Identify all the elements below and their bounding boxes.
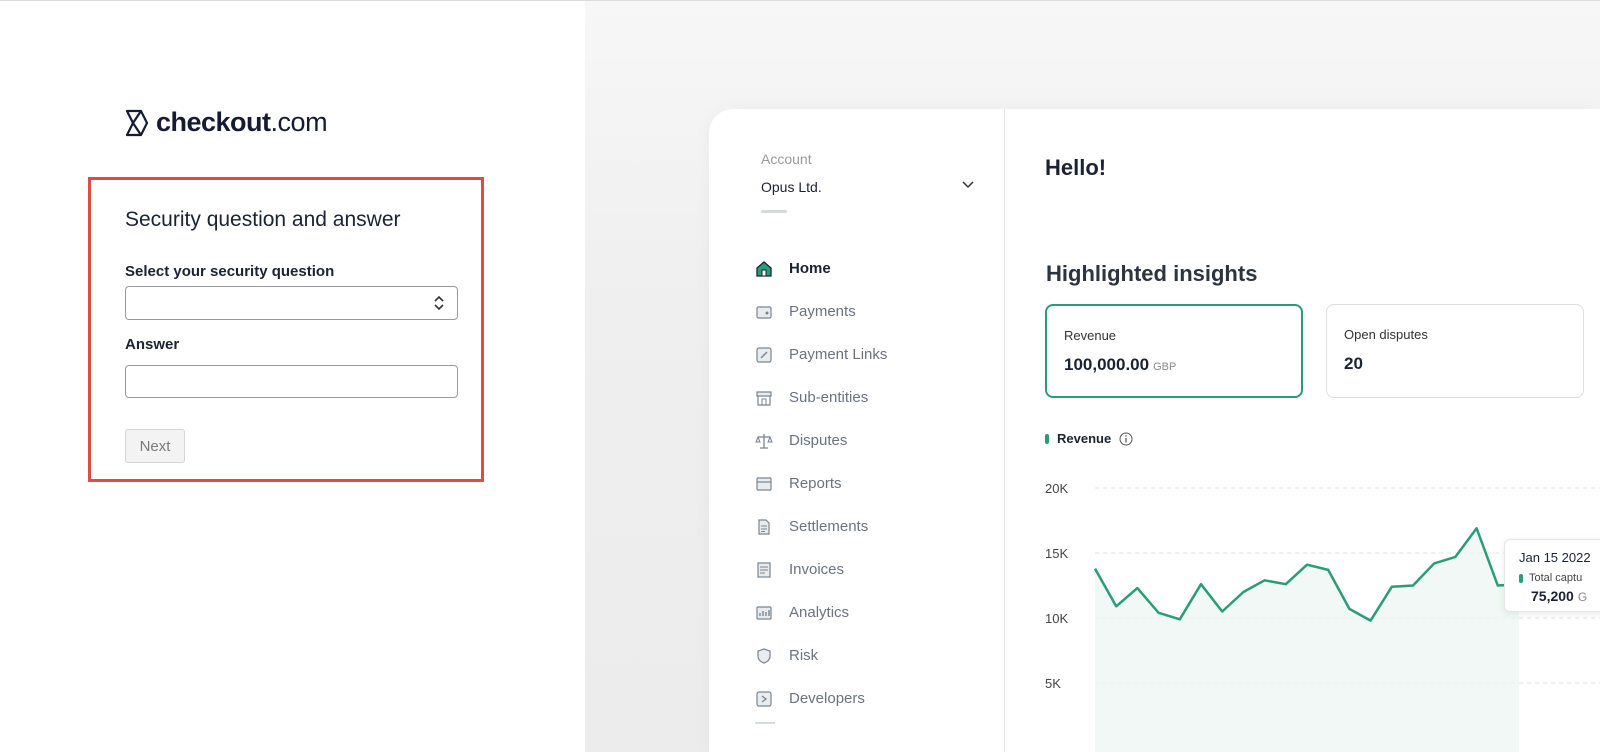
security-question-label: Select your security question — [125, 263, 335, 280]
insights-title: Highlighted insights — [1046, 261, 1258, 286]
sidebar-item-label: Settlements — [789, 518, 869, 535]
chart-legend: Revenue — [1045, 431, 1133, 446]
info-icon[interactable] — [1119, 432, 1133, 446]
next-button[interactable]: Next — [125, 429, 185, 463]
report-icon — [756, 476, 772, 491]
code-icon — [756, 690, 772, 707]
sidebar-item-settlements[interactable]: Settlements — [755, 505, 995, 548]
sidebar-item-sub-entities[interactable]: Sub-entities — [755, 376, 995, 419]
document-icon — [758, 518, 770, 535]
sidebar-nav: Home Payments Payment Links Sub-entities… — [755, 247, 995, 720]
tooltip-value: 75,200 G — [1531, 588, 1588, 604]
sidebar-item-label: Home — [789, 260, 831, 277]
wallet-icon — [756, 305, 772, 319]
sidebar-item-label: Analytics — [789, 604, 850, 621]
checkout-logo: checkout.com — [124, 107, 328, 138]
sidebar-item-analytics[interactable]: Analytics — [755, 591, 995, 634]
greeting: Hello! — [1045, 155, 1107, 180]
sidebar-item-risk[interactable]: Risk — [755, 634, 995, 677]
account-name[interactable]: Opus Ltd. — [761, 179, 822, 195]
answer-input[interactable] — [125, 365, 458, 398]
chart-tooltip: Jan 15 2022 Total captu 75,200 G — [1504, 539, 1600, 612]
security-question-form: Security question and answer Select your… — [88, 177, 484, 482]
legend-swatch — [1045, 433, 1049, 444]
account-label: Account — [761, 151, 812, 167]
home-icon — [756, 260, 772, 277]
sidebar-item-label: Payments — [789, 303, 856, 320]
logo-wordmark: checkout.com — [156, 107, 328, 137]
checkout-logo-icon — [125, 109, 149, 136]
y-tick-label: 20K — [1045, 481, 1068, 496]
sidebar: Account Opus Ltd. Home Payments Payment … — [709, 109, 1005, 752]
nav-divider — [755, 722, 775, 724]
sidebar-item-label: Risk — [789, 647, 819, 664]
sidebar-item-developers[interactable]: Developers — [755, 677, 995, 720]
invoice-icon — [757, 561, 771, 578]
card-value: 20 — [1344, 354, 1363, 373]
updown-caret-icon — [434, 295, 444, 311]
card-label: Open disputes — [1344, 327, 1428, 342]
sidebar-item-label: Payment Links — [789, 346, 888, 363]
account-divider — [761, 210, 787, 213]
sidebar-item-invoices[interactable]: Invoices — [755, 548, 995, 591]
y-tick-label: 15K — [1045, 546, 1068, 561]
dashboard-preview: Account Opus Ltd. Home Payments Payment … — [709, 109, 1600, 752]
store-icon — [756, 390, 772, 406]
security-question-select[interactable] — [125, 286, 458, 320]
sidebar-item-label: Invoices — [789, 561, 845, 578]
revenue-area — [1095, 528, 1519, 752]
sidebar-item-label: Sub-entities — [789, 389, 869, 406]
tooltip-label: Total captu — [1519, 572, 1582, 584]
card-label: Revenue — [1064, 328, 1117, 343]
link-icon — [756, 346, 772, 363]
open-disputes-card[interactable]: Open disputes 20 — [1326, 304, 1584, 398]
dashboard-main: Hello! Highlighted insights Revenue 100,… — [1005, 109, 1600, 752]
y-tick-label: 5K — [1045, 676, 1061, 691]
sidebar-item-payment-links[interactable]: Payment Links — [755, 333, 995, 376]
sidebar-item-payments[interactable]: Payments — [755, 290, 995, 333]
sidebar-item-label: Reports — [789, 475, 842, 492]
y-tick-label: 10K — [1045, 611, 1068, 626]
legend-label: Revenue — [1057, 431, 1112, 446]
sidebar-item-reports[interactable]: Reports — [755, 462, 995, 505]
analytics-icon — [756, 605, 772, 620]
tooltip-swatch — [1519, 573, 1523, 583]
sidebar-item-label: Developers — [789, 690, 865, 707]
answer-label: Answer — [125, 336, 180, 353]
scales-icon — [755, 433, 773, 449]
login-pane: checkout.com Security question and answe… — [0, 1, 585, 752]
sidebar-item-label: Disputes — [789, 432, 848, 449]
revenue-card[interactable]: Revenue 100,000.00 GBP — [1045, 304, 1303, 398]
tooltip-date: Jan 15 2022 — [1519, 550, 1591, 565]
shield-icon — [757, 647, 771, 664]
chevron-down-icon[interactable] — [961, 179, 975, 191]
form-title: Security question and answer — [125, 208, 401, 231]
sidebar-item-home[interactable]: Home — [755, 247, 995, 290]
sidebar-item-disputes[interactable]: Disputes — [755, 419, 995, 462]
card-value: 100,000.00 GBP — [1064, 355, 1177, 374]
